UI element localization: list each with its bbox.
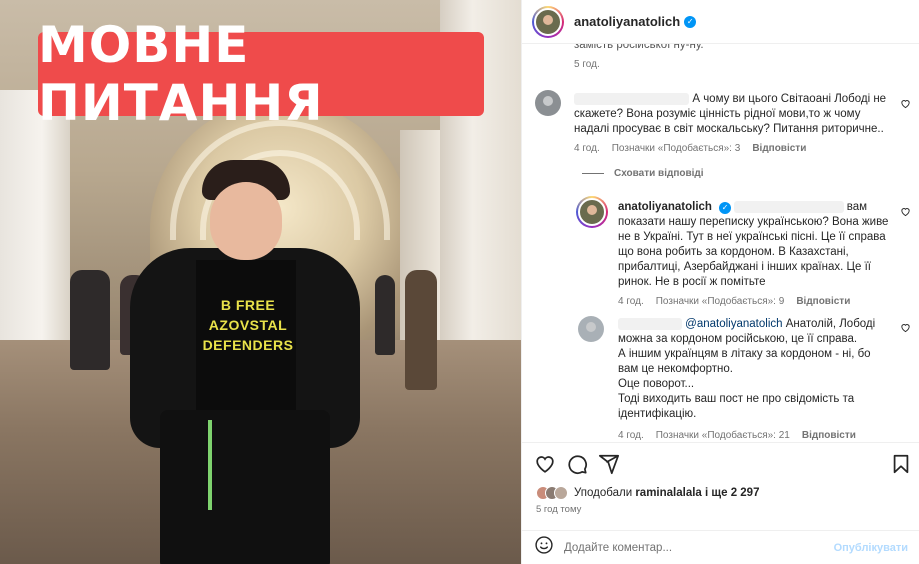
replies-divider: [582, 173, 604, 174]
shirt-line: B FREE: [220, 297, 276, 313]
likes-summary[interactable]: Уподобали raminalalala і ще 2 297: [536, 486, 759, 500]
post-photo[interactable]: МОВНЕ ПИТАННЯ B FREE AZOVSTAL DEFENDERS: [0, 0, 521, 564]
person-figure: B FREE AZOVSTAL DEFENDERS: [130, 160, 360, 564]
post-actions: [522, 442, 919, 484]
comment-text: замість російської ну-ну.: [574, 44, 704, 51]
reply-button[interactable]: Відповісти: [752, 143, 806, 154]
hide-replies-toggle[interactable]: Сховати відповіді: [582, 168, 704, 179]
comments-list[interactable]: замість російської ну-ну. 5 год. xxxxxxx…: [522, 44, 919, 442]
shirt-print: B FREE AZOVSTAL DEFENDERS: [200, 295, 296, 355]
reply-body: xxxxxxxxxx @anatoliyanatolich Анатолій, …: [618, 317, 890, 422]
emoji-icon[interactable]: [534, 535, 554, 560]
reply-text: вам показати нашу переписку українською?…: [618, 201, 889, 288]
post-banner: МОВНЕ ПИТАННЯ: [38, 16, 484, 132]
likes-count[interactable]: і ще 2 297: [705, 487, 759, 499]
author-username[interactable]: anatoliyanatolich: [574, 14, 680, 29]
comment-likes[interactable]: Позначки «Подобається»: 3: [612, 143, 741, 154]
commenter-username-hidden[interactable]: xxxxxxxxxxxxxxxxxx: [574, 93, 690, 105]
post-header: anatoliyanatolich ✓: [522, 0, 919, 44]
reply-line: Оце поворот...: [618, 378, 695, 390]
author-avatar[interactable]: [532, 5, 564, 38]
liker-avatar: [554, 486, 568, 500]
hide-replies-label: Сховати відповіді: [614, 168, 704, 179]
reply: xxxxxxxxxx @anatoliyanatolich Анатолій, …: [618, 317, 890, 441]
likes-user[interactable]: raminalalala: [635, 487, 701, 499]
mention-link[interactable]: @anatoliyanatolich: [685, 318, 782, 330]
reply-author-avatar[interactable]: [578, 316, 604, 342]
reply-likes[interactable]: Позначки «Подобається»: 21: [656, 430, 790, 441]
reply-like-heart-icon[interactable]: [899, 206, 911, 218]
comment-time[interactable]: 5 год.: [574, 59, 600, 70]
shirt-line: DEFENDERS: [202, 337, 294, 353]
reply-body: anatoliyanatolich ✓ xxxxxxxxxxxxxxxxxxx …: [618, 200, 890, 290]
reply-line: Тоді виходить ваш пост не про свідомість…: [618, 393, 855, 420]
add-comment-bar: Опублікувати: [522, 530, 919, 564]
comment-input[interactable]: [564, 541, 824, 554]
bookmark-icon[interactable]: [890, 453, 912, 475]
mention-hidden[interactable]: xxxxxxxxxxxxxxxxxxx: [734, 201, 844, 213]
reply-time[interactable]: 4 год.: [618, 430, 644, 441]
reply-username[interactable]: anatoliyanatolich: [618, 201, 712, 213]
verified-icon: ✓: [684, 15, 697, 28]
crowd-person: [70, 270, 110, 370]
post-time[interactable]: 5 год тому: [536, 504, 581, 515]
banner-text: МОВНЕ ПИТАННЯ: [38, 16, 324, 132]
reply: anatoliyanatolich ✓ xxxxxxxxxxxxxxxxxxx …: [618, 200, 890, 307]
crowd-person: [375, 275, 395, 355]
reply-button[interactable]: Відповісти: [796, 296, 850, 307]
shirt-line: AZOVSTAL: [208, 317, 288, 333]
publish-button[interactable]: Опублікувати: [834, 542, 908, 554]
share-icon[interactable]: [598, 453, 620, 475]
comment: xxxxxxxxxxxxxxxxxx А чому ви цього Світа…: [574, 92, 890, 154]
reply-like-heart-icon[interactable]: [899, 322, 911, 334]
reply-button[interactable]: Відповісти: [802, 430, 856, 441]
lanyard: [208, 420, 212, 510]
verified-icon: ✓: [719, 202, 732, 214]
comment-time[interactable]: 4 год.: [574, 143, 600, 154]
comment-partial: замість російської ну-ну. 5 год.: [574, 44, 894, 70]
reply-line: А іншим українцям в літаку за кордоном -…: [618, 348, 871, 375]
reply-username-hidden[interactable]: xxxxxxxxxx: [618, 318, 682, 330]
crowd-person: [405, 270, 437, 390]
reply-likes[interactable]: Позначки «Подобається»: 9: [656, 296, 785, 307]
heart-icon[interactable]: [534, 453, 556, 475]
reply-time[interactable]: 4 год.: [618, 296, 644, 307]
pants: [160, 410, 330, 564]
reply-author-avatar[interactable]: [576, 196, 608, 228]
commenter-avatar[interactable]: [535, 90, 561, 116]
face: [210, 182, 282, 260]
comment-icon[interactable]: [566, 453, 588, 475]
likes-prefix: Уподобали: [574, 487, 633, 499]
post-panel: anatoliyanatolich ✓ замість російської н…: [521, 0, 919, 564]
comment-body: xxxxxxxxxxxxxxxxxx А чому ви цього Світа…: [574, 92, 890, 137]
comment-like-heart-icon[interactable]: [899, 98, 911, 110]
